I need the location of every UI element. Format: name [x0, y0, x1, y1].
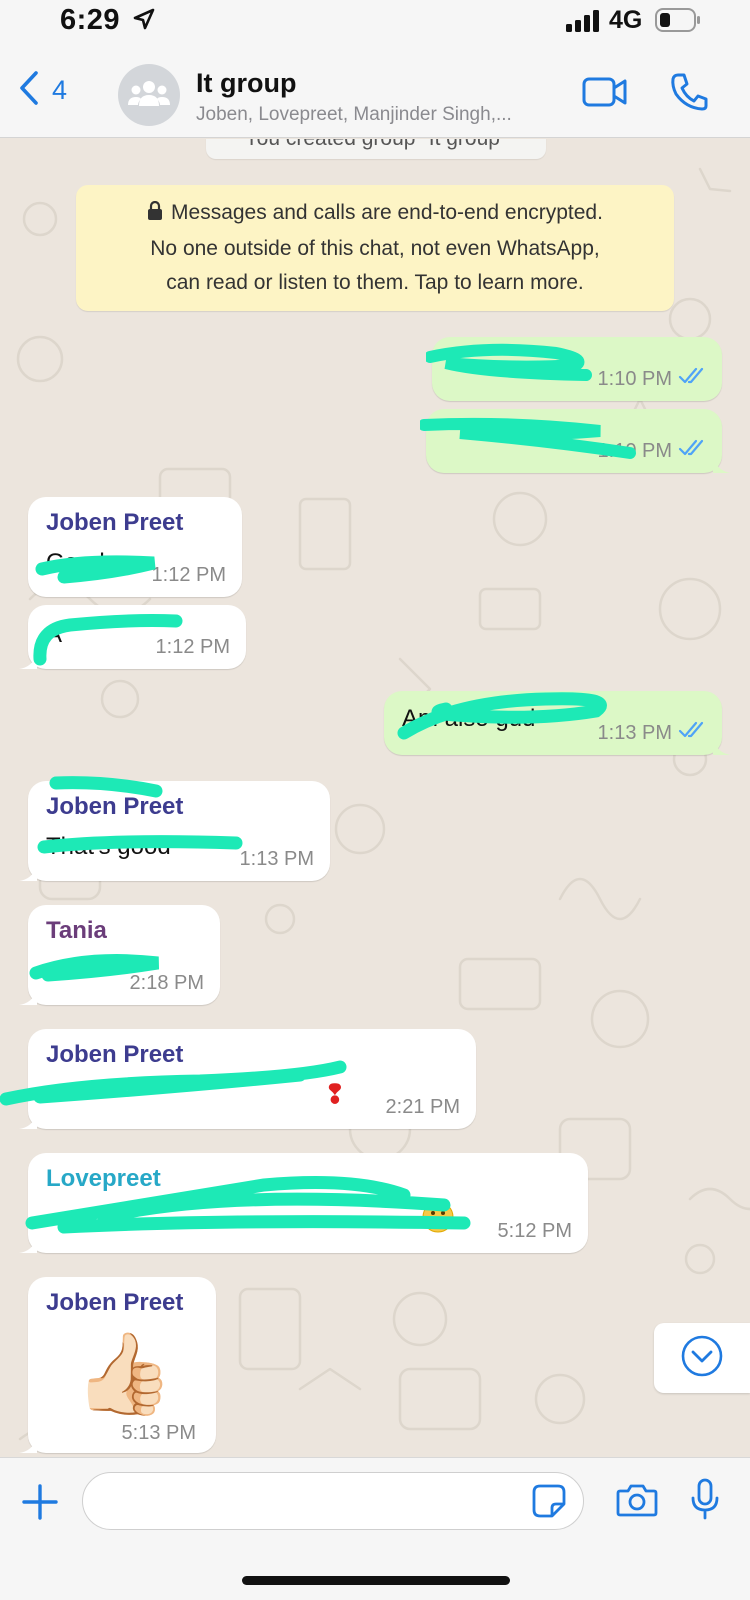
message-time: 2:21 PM [385, 1096, 460, 1118]
bubble-tail [19, 1437, 37, 1453]
message-meta: 2:21 PM [386, 1096, 460, 1119]
message-meta: 5:13 PM [122, 1422, 196, 1445]
message-meta: 1:12 PM [156, 636, 230, 659]
video-call-button[interactable] [582, 76, 628, 113]
message-composer [0, 1457, 750, 1600]
message-bubble-incoming[interactable]: Joben Preet 👍🏻 5:13 PM [19, 1277, 216, 1453]
chat-header: 4 It group Joben, Lovepreet, Manjinder S… [0, 50, 750, 138]
plus-icon [22, 1484, 58, 1524]
bubble-tail [19, 1113, 37, 1129]
sender-name: Joben Preet [46, 1041, 184, 1068]
message-time: 5:12 PM [497, 1220, 572, 1242]
group-created-notice: You created group "It group" [206, 139, 546, 159]
sender-name: Joben Preet [46, 1289, 184, 1316]
cellular-signal-icon [566, 10, 600, 37]
unread-count: 4 [52, 75, 68, 105]
sender-name: Tania [46, 917, 107, 944]
message-bubble-outgoing[interactable]: Am also gud 1:13 PM [384, 691, 731, 755]
bubble-tail [19, 653, 37, 669]
message-meta: 5:12 PM [498, 1220, 572, 1243]
message-text: That's good [46, 833, 171, 860]
message-time: 5:13 PM [121, 1422, 196, 1444]
video-camera-icon [582, 77, 628, 112]
battery-icon [655, 8, 701, 37]
chat-title[interactable]: It group [196, 68, 296, 99]
message-list[interactable]: You created group "It group" Messages an… [0, 139, 750, 1457]
bubble-tail [713, 457, 731, 473]
message-time: 1:12 PM [151, 564, 226, 586]
status-time: 6:29 [60, 4, 121, 36]
attach-button[interactable] [22, 1484, 58, 1525]
message-input[interactable] [82, 1472, 584, 1530]
message-time: 1:10 PM [597, 439, 672, 462]
scroll-to-bottom-button[interactable] [654, 1323, 750, 1393]
message-meta: 2:18 PM [130, 972, 204, 995]
message-text: Good [46, 549, 105, 576]
group-avatar[interactable] [118, 64, 180, 126]
camera-icon [616, 1484, 658, 1522]
microphone-button[interactable] [690, 1478, 720, 1525]
bubble-tail [19, 865, 37, 881]
message-bubble-incoming[interactable]: Tania 2:18 PM [19, 905, 220, 1005]
message-time: 1:10 PM [597, 367, 672, 390]
message-meta: 1:10 PM [598, 367, 706, 391]
encryption-line-2: No one outside of this chat, not even Wh… [150, 237, 600, 260]
chevron-down-circle-icon [681, 1335, 723, 1382]
message-bubble-outgoing[interactable]: 1:10 PM [432, 337, 722, 401]
exclamation-icon: ❢ [324, 1079, 346, 1109]
back-button[interactable]: 4 [18, 70, 67, 111]
double-check-icon [678, 721, 706, 745]
camera-button[interactable] [616, 1482, 658, 1523]
microphone-icon [690, 1478, 720, 1524]
bubble-tail [19, 989, 37, 1005]
group-icon [128, 79, 170, 112]
message-bubble-incoming[interactable]: Joben Preet That's good 1:13 PM [19, 781, 330, 881]
double-check-icon [678, 439, 706, 463]
sender-name: Joben Preet [46, 509, 184, 536]
encryption-line-1: Messages and calls are end-to-end encryp… [76, 196, 674, 232]
network-type: 4G [609, 6, 643, 34]
message-meta: 1:10 PM [598, 439, 706, 463]
message-time: 2:18 PM [129, 972, 204, 994]
message-bubble-incoming[interactable]: Joben Preet ❢ 2:21 PM [19, 1029, 476, 1129]
message-text: A [46, 621, 63, 648]
lock-icon [147, 198, 163, 232]
location-arrow-icon [133, 8, 155, 35]
message-bubble-incoming[interactable]: Joben Preet Good 1:12 PM [28, 497, 242, 597]
message-time: 1:13 PM [239, 848, 314, 870]
voice-call-button[interactable] [670, 72, 708, 117]
bubble-tail [19, 1237, 37, 1253]
home-indicator [242, 1576, 510, 1585]
sender-name: Joben Preet [46, 793, 184, 820]
message-bubble-outgoing[interactable]: 1:10 PM [426, 409, 731, 473]
sticker-button[interactable] [532, 1484, 566, 1523]
message-text: Am also gud [402, 705, 536, 732]
status-bar: 6:29 4G [0, 0, 750, 50]
message-meta: 1:13 PM [598, 721, 706, 745]
encryption-notice[interactable]: Messages and calls are end-to-end encryp… [76, 185, 674, 311]
message-bubble-incoming[interactable]: Lovepreet 5:12 PM [19, 1153, 588, 1253]
message-meta: 1:13 PM [240, 848, 314, 871]
double-check-icon [678, 367, 706, 391]
smile-emoji-icon [422, 1201, 454, 1238]
message-bubble-incoming[interactable]: A 1:12 PM [19, 605, 246, 669]
bubble-tail [713, 739, 731, 755]
sender-name: Lovepreet [46, 1165, 161, 1192]
message-time: 1:12 PM [155, 636, 230, 658]
sticker-icon [532, 1484, 566, 1522]
chevron-left-icon [18, 70, 40, 111]
message-time: 1:13 PM [597, 721, 672, 744]
chat-participants[interactable]: Joben, Lovepreet, Manjinder Singh,... [196, 104, 566, 126]
thumbs-up-emoji: 👍🏻 [74, 1329, 174, 1418]
encryption-line-3: can read or listen to them. Tap to learn… [166, 271, 584, 294]
phone-icon [670, 73, 708, 116]
message-meta: 1:12 PM [152, 564, 226, 587]
